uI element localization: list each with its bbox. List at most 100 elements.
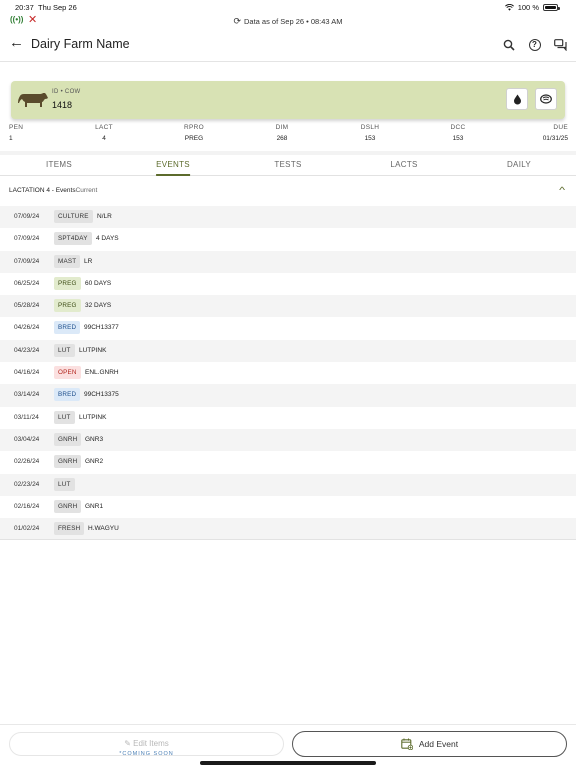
event-type-badge: LUT <box>54 477 75 491</box>
stat-value: 4 <box>102 135 106 142</box>
header-actions: ? <box>502 38 567 51</box>
help-icon[interactable]: ? <box>528 38 541 51</box>
event-date: 03/14/24 <box>14 391 40 399</box>
tab-bar: ITEMS EVENTS TESTS LACTS DAILY <box>0 155 576 176</box>
stat-label: DSLH <box>360 124 380 131</box>
event-type-badge: SPT4DAY <box>54 232 92 246</box>
event-row[interactable]: 02/16/24 GNRH GNR1 <box>0 496 576 518</box>
event-detail: 60 DAYS <box>85 279 112 287</box>
event-row[interactable]: 07/09/24 CULTURE N/LR <box>0 206 576 229</box>
event-date: 03/04/24 <box>14 435 40 443</box>
status-date: Thu Sep 26 <box>38 3 77 12</box>
event-detail: LUTPINK <box>79 413 107 421</box>
chat-icon[interactable] <box>554 38 567 51</box>
event-type-badge: OPEN <box>54 366 81 380</box>
home-indicator[interactable] <box>200 761 376 765</box>
stat-lact: LACT 4 <box>94 124 114 142</box>
edit-items-button[interactable]: ✎ Edit Items *COMING SOON <box>9 732 284 757</box>
data-as-of: ⟳ Data as of Sep 26 • 08:43 AM <box>0 16 576 27</box>
connection-row: ((•)) ✕ ⟳ Data as of Sep 26 • 08:43 AM <box>0 14 576 28</box>
event-row[interactable]: 04/23/24 LUT LUTPINK <box>0 339 576 363</box>
event-row[interactable]: 03/14/24 BRED 99CH13375 <box>0 384 576 407</box>
event-date: 07/09/24 <box>14 235 40 243</box>
status-bar: 20:37 Thu Sep 26 100 % <box>0 0 576 14</box>
add-event-button[interactable]: Add Event <box>292 731 567 757</box>
page-title: Dairy Farm Name <box>31 37 130 51</box>
stat-value: PREG <box>184 135 204 142</box>
stat-value: 01/31/25 <box>542 135 568 142</box>
event-date: 02/16/24 <box>14 502 40 510</box>
event-detail: 99CH13377 <box>84 324 119 332</box>
lactation-title-text: LACTATION 4 - Events <box>9 187 76 194</box>
chevron-up-icon[interactable]: ^ <box>559 185 565 195</box>
stat-dim: DIM 268 <box>272 124 292 142</box>
event-row[interactable]: 02/23/24 LUT <box>0 473 576 496</box>
add-event-label: Add Event <box>418 739 459 749</box>
event-detail: LUTPINK <box>79 346 107 354</box>
footer-bar: ✎ Edit Items *COMING SOON Add Event <box>0 724 576 768</box>
event-date: 04/16/24 <box>14 369 40 377</box>
event-date: 04/26/24 <box>14 324 40 332</box>
event-row[interactable]: 01/02/24 FRESH H.WAGYU <box>0 518 576 541</box>
event-row[interactable]: 04/26/24 BRED 99CH13377 <box>0 317 576 339</box>
edit-items-label-row: ✎ Edit Items <box>10 739 283 748</box>
event-type-badge: GNRH <box>54 499 82 513</box>
event-date: 01/02/24 <box>14 525 40 533</box>
tab-items[interactable]: ITEMS <box>46 160 72 169</box>
stat-value: 268 <box>276 135 288 142</box>
event-type-badge: PREG <box>54 276 81 290</box>
event-detail: GNR3 <box>85 435 104 443</box>
stat-dcc: DCC 153 <box>446 124 470 142</box>
stat-dslh: DSLH 153 <box>358 124 382 142</box>
event-row[interactable]: 06/25/24 PREG 60 DAYS <box>0 273 576 295</box>
stat-value: 153 <box>364 135 376 142</box>
event-type-badge: PREG <box>54 299 81 313</box>
event-row[interactable]: 07/09/24 SPT4DAY 4 DAYS <box>0 228 576 250</box>
status-time: 20:37 <box>15 3 34 12</box>
event-type-badge: LUT <box>54 343 75 357</box>
animal-stats: PEN 1 LACT 4 RPRO PREG DIM 268 DSLH 153 … <box>0 124 576 150</box>
search-icon[interactable] <box>502 38 515 51</box>
event-row[interactable]: 05/28/24 PREG 32 DAYS <box>0 295 576 318</box>
event-type-badge: GNRH <box>54 432 82 446</box>
status-right: 100 % <box>504 3 560 12</box>
cow-icon <box>18 93 48 107</box>
stat-label: DIM <box>275 124 289 131</box>
event-type-badge: BRED <box>54 321 81 335</box>
event-row[interactable]: 03/11/24 LUT LUTPINK <box>0 407 576 429</box>
event-type-badge: GNRH <box>54 455 82 469</box>
animal-id: 1418 <box>52 100 73 110</box>
pencil-icon: ✎ <box>124 739 131 748</box>
events-list: 07/09/24 CULTURE N/LR 07/09/24 SPT4DAY 4 DAYS… <box>0 206 576 541</box>
stat-label: DCC <box>450 124 466 131</box>
event-date: 06/25/24 <box>14 279 40 287</box>
event-detail: 32 DAYS <box>85 302 112 310</box>
event-detail: 99CH13375 <box>84 391 119 399</box>
event-detail: LR <box>84 257 93 265</box>
app-header: ← Dairy Farm Name ? <box>0 30 576 62</box>
event-row[interactable]: 04/16/24 OPEN ENL.GNRH <box>0 362 576 384</box>
sync-icon: ⟳ <box>233 16 241 26</box>
back-arrow-icon[interactable]: ← <box>9 35 25 51</box>
event-detail: N/LR <box>97 213 112 220</box>
tab-daily[interactable]: DAILY <box>507 160 531 169</box>
event-row[interactable]: 02/26/24 GNRH GNR2 <box>0 451 576 473</box>
event-date: 07/09/24 <box>14 213 40 220</box>
calendar-add-icon <box>401 738 413 750</box>
stat-label: PEN <box>9 124 24 131</box>
event-row[interactable]: 03/04/24 GNRH GNR3 <box>0 428 576 452</box>
tab-tests[interactable]: TESTS <box>274 160 301 169</box>
event-detail: H.WAGYU <box>88 525 119 533</box>
event-row[interactable]: 07/09/24 MAST LR <box>0 250 576 273</box>
data-as-of-text: Data as of Sep 26 • 08:43 AM <box>244 17 343 26</box>
lactation-section-header[interactable]: LACTATION 4 - EventsCurrent ^ <box>0 184 576 202</box>
tab-events[interactable]: EVENTS <box>156 160 190 176</box>
tab-lacts[interactable]: LACTS <box>390 160 417 169</box>
rfid-tag-button[interactable] <box>535 88 557 110</box>
event-date: 02/23/24 <box>14 480 40 488</box>
event-date: 03/11/24 <box>14 413 39 421</box>
event-type-badge: CULTURE <box>54 210 93 223</box>
animal-card[interactable]: ID • COW 1418 <box>11 81 565 119</box>
milk-drop-button[interactable] <box>506 88 528 110</box>
event-type-badge: FRESH <box>54 522 85 536</box>
